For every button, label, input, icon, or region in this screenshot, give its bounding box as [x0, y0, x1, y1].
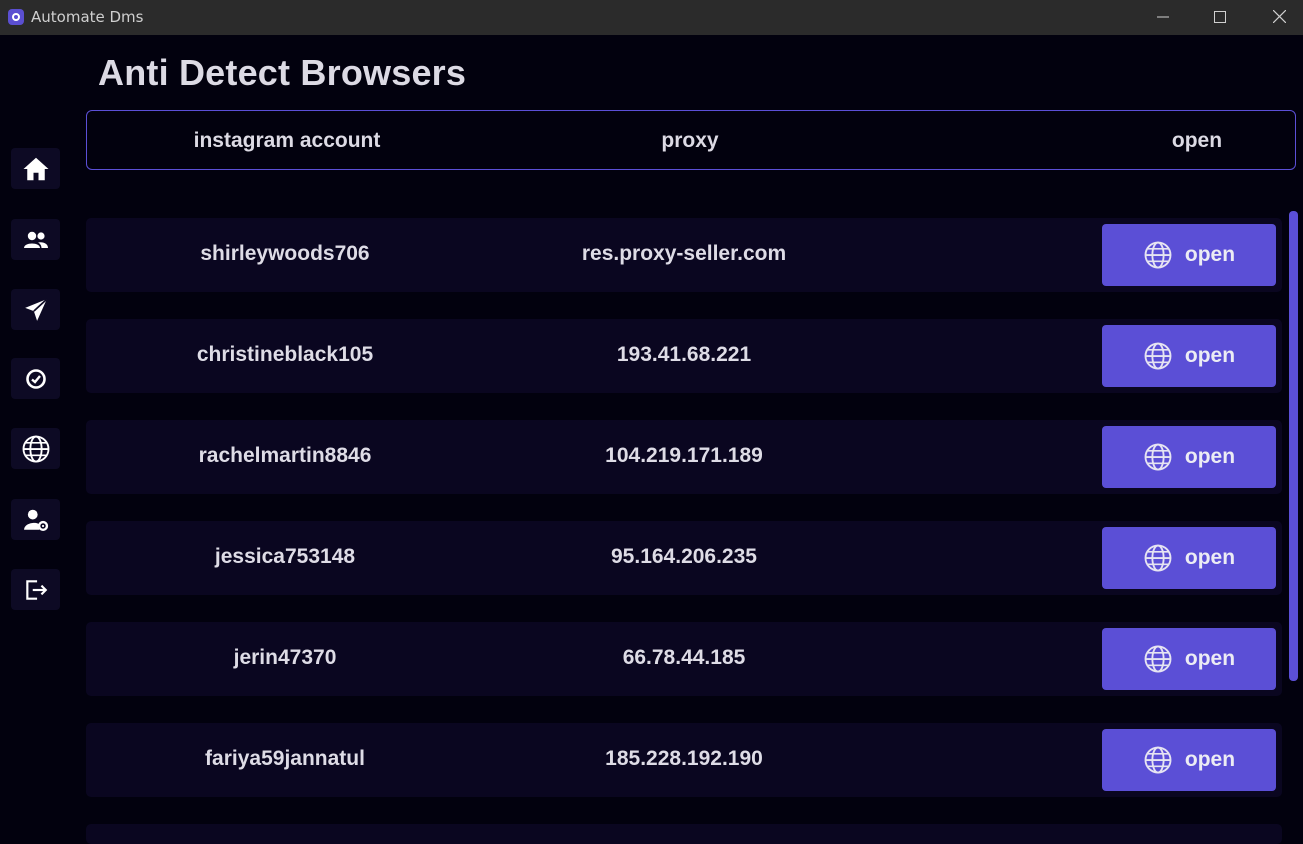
proxy-cell: 66.78.44.185: [622, 646, 746, 669]
proxy-cell: res.proxy-seller.com: [581, 242, 787, 265]
vertical-scrollbar[interactable]: [1289, 211, 1298, 681]
column-header-account: instagram account: [193, 129, 381, 152]
globe-icon: [1144, 443, 1172, 471]
table-row: fariya59jannatul 185.228.192.190 open: [86, 723, 1282, 797]
sidebar-item-logout[interactable]: [11, 569, 60, 610]
globe-icon: [1144, 645, 1172, 673]
close-icon: [1272, 10, 1286, 23]
logout-icon: [25, 579, 47, 600]
account-cell: jessica753148: [214, 545, 356, 568]
open-browser-button[interactable]: open: [1102, 325, 1276, 387]
table-row: christineblack105 193.41.68.221 open: [86, 319, 1282, 393]
globe-icon: [22, 435, 49, 462]
open-browser-button[interactable]: open: [1102, 628, 1276, 690]
globe-icon: [1144, 241, 1172, 269]
open-button-label: open: [1184, 344, 1236, 367]
close-button[interactable]: [1250, 0, 1303, 33]
app-logo-icon: [8, 9, 24, 25]
open-button-label: open: [1184, 647, 1236, 670]
maximize-button[interactable]: [1191, 0, 1249, 33]
title-bar: Automate Dms: [0, 0, 1303, 35]
sidebar-item-accounts[interactable]: [11, 219, 60, 260]
proxy-cell: 193.41.68.221: [616, 343, 752, 366]
proxy-cell: 104.219.171.189: [605, 444, 763, 467]
open-browser-button[interactable]: open: [1102, 729, 1276, 791]
table-header: instagram account proxy open: [86, 110, 1296, 170]
sidebar-item-send[interactable]: [11, 289, 60, 330]
user-gear-icon: [23, 509, 48, 531]
users-icon: [23, 231, 48, 248]
account-cell: rachelmartin8846: [198, 444, 372, 467]
globe-icon: [1144, 342, 1172, 370]
account-cell: fariya59jannatul: [205, 747, 365, 770]
send-icon: [24, 298, 47, 321]
minimize-button[interactable]: [1134, 0, 1192, 33]
maximize-icon: [1214, 10, 1226, 23]
open-button-label: open: [1184, 546, 1236, 569]
check-circle-icon: [25, 368, 46, 389]
account-cell: christineblack105: [196, 343, 374, 366]
minimize-icon: [1157, 16, 1169, 17]
sidebar-item-browsers[interactable]: [11, 428, 60, 469]
account-cell: shirleywoods706: [200, 242, 370, 265]
table-row: jessica753148 95.164.206.235 open: [86, 521, 1282, 595]
table-row: jerin47370 66.78.44.185 open: [86, 622, 1282, 696]
proxy-cell: 185.228.192.190: [605, 747, 763, 770]
table-row-partial: [86, 824, 1282, 844]
open-browser-button[interactable]: open: [1102, 426, 1276, 488]
home-icon: [23, 157, 48, 180]
sidebar-item-account-settings[interactable]: [11, 499, 60, 540]
open-browser-button[interactable]: open: [1102, 224, 1276, 286]
page-title: Anti Detect Browsers: [98, 52, 467, 93]
open-button-label: open: [1184, 748, 1236, 771]
column-header-open: open: [1171, 129, 1223, 152]
open-button-label: open: [1184, 445, 1236, 468]
globe-icon: [1144, 544, 1172, 572]
sidebar-item-home[interactable]: [11, 148, 60, 189]
sidebar-item-tasks[interactable]: [11, 358, 60, 399]
open-button-label: open: [1184, 243, 1236, 266]
globe-icon: [1144, 746, 1172, 774]
proxy-cell: 95.164.206.235: [611, 545, 757, 568]
table-row: rachelmartin8846 104.219.171.189 open: [86, 420, 1282, 494]
column-header-proxy: proxy: [661, 129, 719, 152]
window-title: Automate Dms: [31, 8, 144, 26]
table-row: shirleywoods706 res.proxy-seller.com ope…: [86, 218, 1282, 292]
account-cell: jerin47370: [233, 646, 337, 669]
open-browser-button[interactable]: open: [1102, 527, 1276, 589]
